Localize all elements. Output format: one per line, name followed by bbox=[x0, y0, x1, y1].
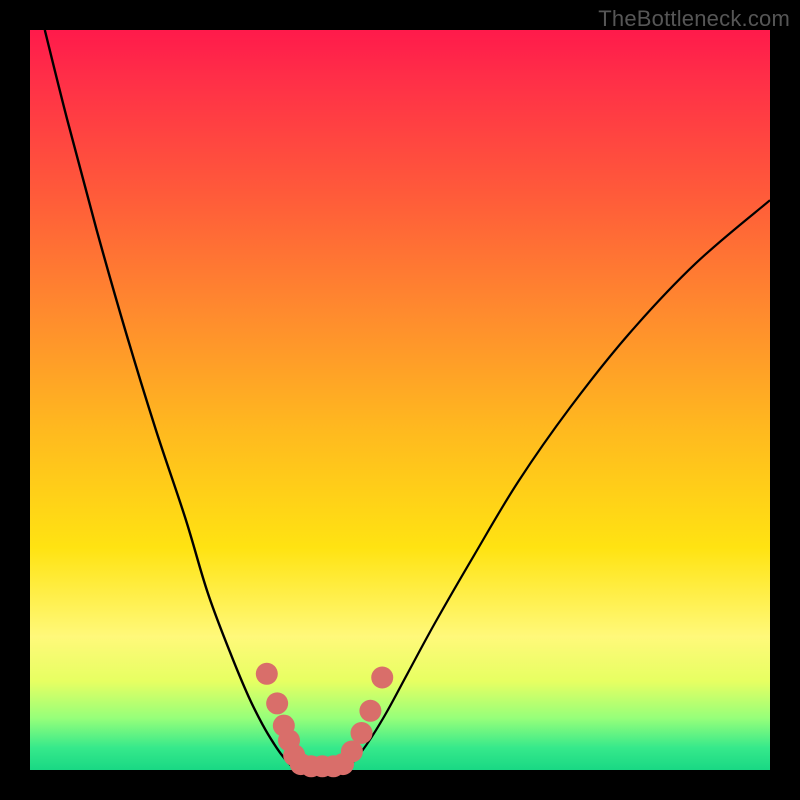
curve-layer bbox=[30, 30, 770, 770]
marker-left-mid bbox=[266, 692, 288, 714]
marker-left-upper bbox=[256, 663, 278, 685]
left-curve-path bbox=[45, 30, 299, 770]
marker-right-mid bbox=[359, 700, 381, 722]
marker-right-upper bbox=[371, 667, 393, 689]
marker-group bbox=[256, 663, 393, 778]
marker-right-lower-b bbox=[351, 722, 373, 744]
chart-frame: TheBottleneck.com bbox=[0, 0, 800, 800]
right-curve-path bbox=[345, 200, 771, 770]
plot-area bbox=[30, 30, 770, 770]
watermark-text: TheBottleneck.com bbox=[598, 6, 790, 32]
